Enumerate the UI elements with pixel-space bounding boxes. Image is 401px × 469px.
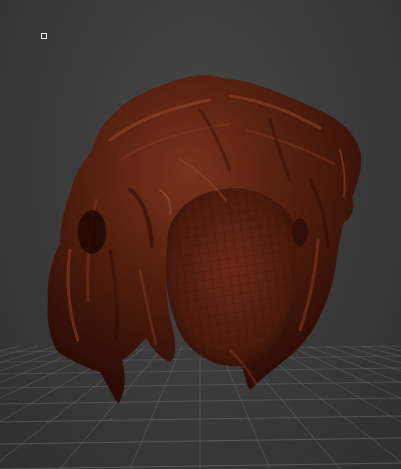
3d-viewport[interactable] — [0, 0, 401, 469]
grid-line-depth — [0, 345, 21, 352]
grid-line-depth — [325, 345, 401, 372]
pivot-marker-icon[interactable] — [41, 33, 47, 39]
grid-line-depth — [343, 345, 401, 364]
hair-mesh-model[interactable] — [47, 75, 362, 405]
grid-line-depth — [0, 345, 75, 372]
grid-line-depth — [129, 345, 183, 469]
grid-line-depth — [0, 345, 147, 462]
floor-grid — [0, 345, 401, 469]
grid-line-depth — [0, 345, 57, 364]
grid-line-depth — [379, 345, 401, 352]
grid-line-depth — [289, 345, 401, 400]
viewport-scene — [0, 75, 401, 469]
left-hollow — [78, 210, 106, 254]
right-hollow — [292, 218, 308, 246]
